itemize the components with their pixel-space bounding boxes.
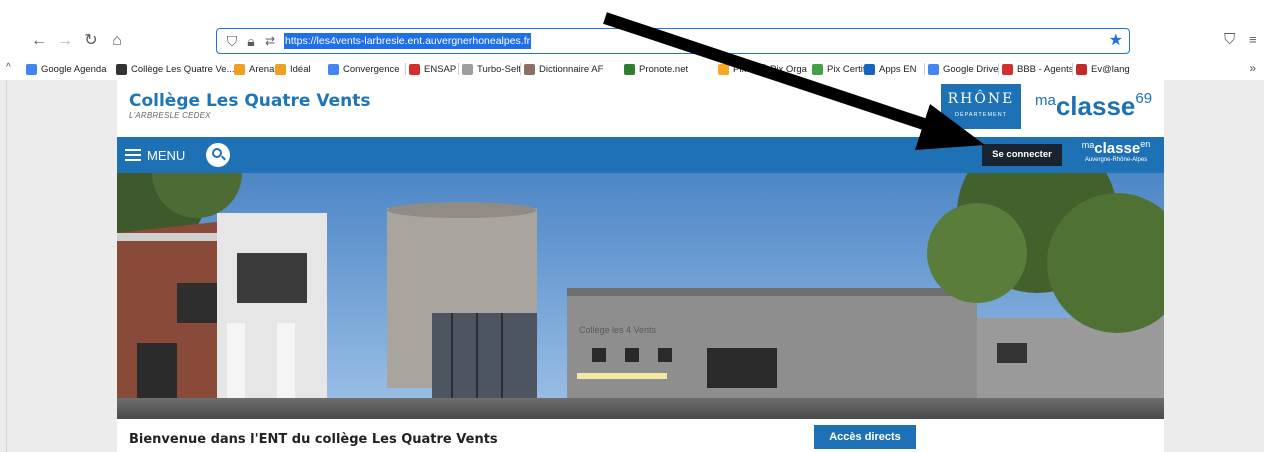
rhone-logo[interactable]: RHÔNE DÉPARTEMENT — [941, 84, 1021, 129]
chevron-more-icon[interactable]: » — [1249, 61, 1256, 75]
star-icon[interactable]: ★ — [1109, 31, 1123, 51]
bookmark-item[interactable]: Pix Orga — [755, 61, 807, 77]
search-icon[interactable] — [206, 143, 230, 167]
bookmark-favicon — [275, 63, 286, 75]
extensions-icon[interactable]: ≡ — [1249, 30, 1257, 50]
bookmark-favicon — [864, 63, 875, 75]
bookmark-favicon — [1002, 63, 1013, 75]
rhone-logo-text: RHÔNE — [947, 91, 1015, 107]
bookmark-favicon — [26, 63, 37, 75]
bookmark-item[interactable]: Idéal — [275, 61, 311, 77]
bookmark-favicon — [462, 63, 473, 75]
maclasseen-word: classe — [1094, 140, 1141, 157]
bookmark-item[interactable]: BBB - Agents — [1002, 61, 1074, 77]
bookmark-favicon — [524, 63, 535, 75]
bookmark-favicon — [328, 63, 339, 75]
banner-sign-text: Collège les 4 Vents — [579, 325, 657, 335]
bookmark-separator — [998, 63, 999, 75]
bookmark-label: Arena — [249, 63, 275, 75]
shield-icon[interactable]: ⛉ — [223, 32, 241, 50]
bookmark-separator — [1072, 63, 1073, 75]
bookmark-favicon — [234, 63, 245, 75]
forward-arrow-icon[interactable]: → — [54, 30, 76, 52]
login-button[interactable]: Se connecter — [982, 144, 1062, 166]
main-navbar: MENU Se connecter maclasseen Auvergne-Rh… — [117, 137, 1164, 173]
bookmark-item[interactable]: Pix Certif — [812, 61, 866, 77]
bookmark-separator — [405, 63, 406, 75]
reload-icon[interactable]: ↻ — [80, 30, 102, 52]
rhone-logo-sub: DÉPARTEMENT — [954, 112, 1008, 118]
browser-toolbar: ← → ↻ ⌂ ⛉ 🔒︎ ⇄ https://les4vents-larbres… — [0, 0, 1264, 58]
bookmark-label: Ev@lang — [1091, 63, 1130, 75]
bookmark-label: Dictionnaire AF — [539, 63, 604, 75]
bookmark-item[interactable]: Pronote.net — [624, 61, 688, 77]
bookmark-label: Pix Orga — [770, 63, 807, 75]
maclasseen-suffix: en — [1140, 139, 1151, 149]
bookmark-favicon — [116, 63, 127, 75]
bookmark-item[interactable]: Turbo-Self — [462, 61, 521, 77]
ent-page: Collège Les Quatre Vents L'ARBRESLE CEDE… — [117, 80, 1164, 452]
url-text[interactable]: https://les4vents-larbresle.ent.auvergne… — [284, 33, 532, 49]
menu-button[interactable]: MENU — [125, 143, 185, 167]
bookmark-favicon — [624, 63, 635, 75]
hamburger-icon — [125, 146, 141, 164]
bookmark-favicon — [812, 63, 823, 75]
bookmark-item[interactable]: ENSAP — [409, 61, 456, 77]
bookmark-item[interactable]: Pix — [718, 61, 746, 77]
url-bar[interactable]: ⛉ 🔒︎ ⇄ https://les4vents-larbresle.ent.a… — [216, 28, 1130, 54]
maclasse69-prefix: ma — [1035, 92, 1056, 109]
bookmark-label: Pix Certif — [827, 63, 866, 75]
bookmark-label: Apps EN — [879, 63, 917, 75]
chevron-up-icon[interactable]: ^ — [6, 62, 11, 73]
maclasseen-logo[interactable]: maclasseen Auvergne-Rhône-Alpes — [1069, 139, 1163, 171]
bookmark-separator — [458, 63, 459, 75]
back-arrow-icon[interactable]: ← — [28, 30, 50, 52]
bookmark-label: Convergence — [343, 63, 400, 75]
maclasse69-logo[interactable]: maclasse69 — [1035, 90, 1152, 122]
school-city: L'ARBRESLE CEDEX — [129, 111, 211, 120]
lock-icon[interactable]: 🔒︎ — [242, 32, 260, 50]
bookmark-item[interactable]: Google Agenda — [26, 61, 107, 77]
bookmark-favicon — [1076, 63, 1087, 75]
bookmark-favicon — [409, 63, 420, 75]
bookmark-item[interactable]: Google Drive — [928, 61, 998, 77]
bookmark-label: Turbo-Self — [477, 63, 521, 75]
bookmark-item[interactable]: Ev@lang — [1076, 61, 1130, 77]
left-divider — [6, 80, 7, 452]
bookmark-label: Collège Les Quatre Ve... — [131, 63, 235, 75]
bookmark-item[interactable]: Apps EN — [864, 61, 917, 77]
bookmark-label: Pix — [733, 63, 747, 75]
welcome-heading: Bienvenue dans l'ENT du collège Les Quat… — [129, 432, 498, 447]
bookmarks-bar: ^ Google Agenda Collège Les Quatre Ve... A… — [0, 58, 1264, 80]
screenshot-root: ← → ↻ ⌂ ⛉ 🔒︎ ⇄ https://les4vents-larbres… — [0, 0, 1264, 452]
bookmark-item[interactable]: Arena — [234, 61, 274, 77]
bookmark-separator — [520, 63, 521, 75]
bookmark-favicon — [755, 63, 766, 75]
bookmark-label: Idéal — [290, 63, 311, 75]
permissions-icon[interactable]: ⇄ — [261, 32, 279, 50]
bookmark-favicon — [928, 63, 939, 75]
home-icon[interactable]: ⌂ — [106, 30, 128, 52]
bookmark-favicon — [718, 63, 729, 75]
school-name[interactable]: Collège Les Quatre Vents — [129, 91, 370, 111]
maclasse69-word: classe — [1055, 91, 1136, 121]
bookmark-label: Google Agenda — [41, 63, 107, 75]
maclasse69-suffix: 69 — [1135, 90, 1153, 107]
bookmark-item[interactable]: Collège Les Quatre Ve... — [116, 61, 235, 77]
bookmark-label: BBB - Agents — [1017, 63, 1074, 75]
bookmark-label: ENSAP — [424, 63, 457, 75]
bookmark-label: Pronote.net — [639, 63, 689, 75]
bookmark-item[interactable]: Dictionnaire AF — [524, 61, 603, 77]
menu-label: MENU — [147, 147, 186, 163]
bookmark-label: Google Drive — [943, 63, 999, 75]
acces-directs-button[interactable]: Accès directs — [814, 425, 916, 449]
bookmark-separator — [924, 63, 925, 75]
bookmark-item[interactable]: Convergence — [328, 61, 400, 77]
school-banner-image: Collège les 4 Vents — [117, 173, 1164, 419]
pocket-icon[interactable]: ⛉ — [1224, 30, 1235, 50]
maclasseen-prefix: ma — [1081, 140, 1095, 150]
